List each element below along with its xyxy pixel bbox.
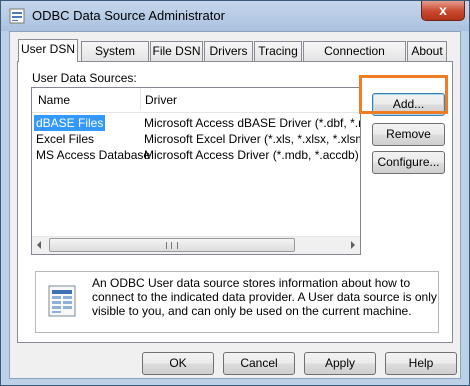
help-button[interactable]: Help [385, 352, 457, 375]
user-data-sources-label: User Data Sources: [32, 71, 137, 85]
odbc-window: ODBC Data Source Administrator x User DS… [0, 0, 470, 386]
list-item-driver: Microsoft Access dBASE Driver (*.dbf, *.… [144, 116, 361, 130]
list-item-driver: Microsoft Access Driver (*.mdb, *.accdb) [144, 148, 359, 162]
add-button[interactable]: Add... [372, 93, 445, 116]
info-description: An ODBC User data source stores informat… [92, 276, 437, 318]
scroll-right-icon[interactable] [351, 241, 355, 249]
tab-user-dsn[interactable]: User DSN [18, 39, 78, 62]
data-source-document-icon [48, 285, 76, 317]
column-header-driver[interactable]: Driver [145, 93, 177, 107]
scroll-left-icon[interactable] [37, 241, 41, 249]
ok-button[interactable]: OK [142, 352, 214, 375]
list-item-name: Excel Files [36, 132, 95, 146]
user-dsn-panel: User Data Sources: Name Driver dBASE Fil… [17, 61, 453, 343]
tab-drivers[interactable]: Drivers [204, 41, 253, 61]
list-item-name: MS Access Database [36, 148, 151, 162]
dialog-client-area: User DSN System DSN File DSN Drivers Tra… [9, 31, 461, 379]
tab-system-dsn[interactable]: System DSN [81, 41, 149, 76]
remove-button[interactable]: Remove [372, 123, 445, 146]
odbc-app-icon [9, 8, 25, 24]
list-item[interactable]: dBASE Files Microsoft Access dBASE Drive… [32, 115, 361, 131]
configure-button[interactable]: Configure... [372, 151, 445, 174]
apply-button[interactable]: Apply [304, 352, 376, 375]
list-item-name: dBASE Files [34, 115, 106, 131]
tab-about[interactable]: About [407, 41, 447, 61]
column-header-name[interactable]: Name [38, 93, 70, 107]
close-icon: x [439, 2, 447, 18]
scrollbar-thumb[interactable] [49, 238, 295, 252]
cancel-button[interactable]: Cancel [223, 352, 295, 375]
list-item[interactable]: MS Access Database Microsoft Access Driv… [32, 147, 360, 163]
info-box: An ODBC User data source stores informat… [35, 271, 439, 333]
grip-icon [166, 242, 178, 249]
list-item-driver: Microsoft Excel Driver (*.xls, *.xlsx, *… [144, 132, 360, 146]
column-divider[interactable] [140, 88, 141, 110]
tab-connection-pooling[interactable]: Connection Pooling [303, 41, 406, 76]
title-bar[interactable]: ODBC Data Source Administrator x [1, 1, 469, 31]
tab-tracing[interactable]: Tracing [254, 41, 302, 61]
data-sources-list[interactable]: Name Driver dBASE Files Microsoft Access… [31, 87, 361, 255]
close-button[interactable]: x [421, 1, 465, 21]
tab-file-dsn[interactable]: File DSN [150, 41, 203, 61]
window-title: ODBC Data Source Administrator [32, 8, 225, 23]
horizontal-scrollbar[interactable] [32, 236, 360, 254]
list-item[interactable]: Excel Files Microsoft Excel Driver (*.xl… [32, 131, 360, 147]
list-header: Name Driver [32, 88, 360, 113]
